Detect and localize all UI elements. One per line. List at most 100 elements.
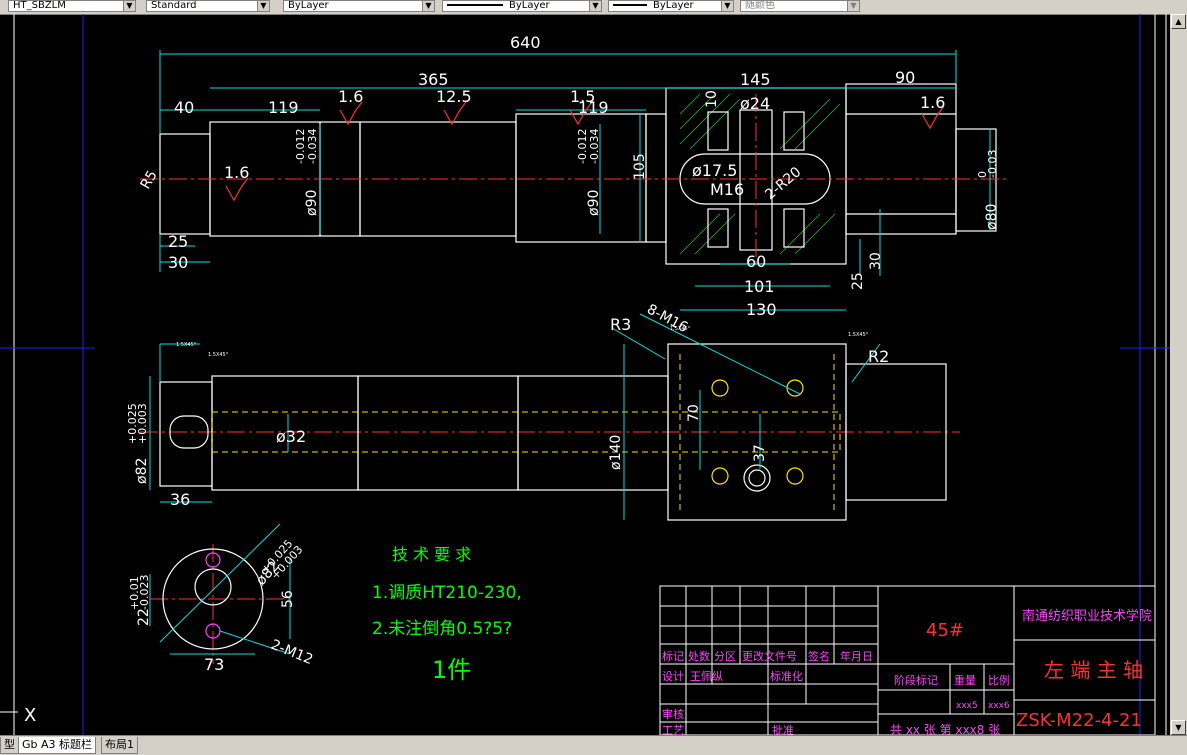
dim-d90a: ø90 xyxy=(304,190,320,216)
dim-r5: R5 xyxy=(138,168,161,192)
rough-16a: 1.6 xyxy=(338,87,363,106)
dim-56: 56 xyxy=(280,590,296,608)
tab-gb-a3[interactable]: Gb A3 标题栏 xyxy=(18,737,97,754)
layout-tabs: 型 Gb A3 标题栏 布局1 xyxy=(0,735,1187,755)
dim-2m12: 2-M12 xyxy=(269,637,316,668)
layer-select[interactable]: ByLayer ▼ xyxy=(283,0,435,12)
technical-notes: 技 术 要 求 1.调质HT210-230, 2.未注倒角0.5?5? 1件 xyxy=(372,545,522,684)
tb-r1b: 王佩纵 xyxy=(690,669,723,683)
tb-r2a: 审核 xyxy=(662,707,684,721)
tb-material: 45# xyxy=(926,620,964,641)
chevron-down-icon[interactable]: ▼ xyxy=(721,1,733,11)
notes-line1: 1.调质HT210-230, xyxy=(372,583,522,603)
tab-layout1[interactable]: 布局1 xyxy=(101,737,138,754)
chevron-down-icon[interactable]: ▼ xyxy=(847,1,859,11)
ucs-icon: X xyxy=(0,704,36,726)
linetype-value: ByLayer xyxy=(509,0,550,11)
color-value: 随颜色 xyxy=(745,0,775,11)
dim-m16: M16 xyxy=(710,180,744,199)
notes-count: 1件 xyxy=(432,656,471,684)
dim-30: 30 xyxy=(168,253,188,272)
dim-119a: 119 xyxy=(268,98,299,117)
lineweight-swatch xyxy=(613,4,647,6)
tb-h2: 处数 xyxy=(688,650,710,663)
mid-dimensions xyxy=(149,313,881,520)
tb-h4: 更改文件号 xyxy=(742,649,797,663)
rough-125: 12.5 xyxy=(436,87,472,106)
dimension-text: 640 365 145 90 40 119 119 1.6 12.5 1.5 1… xyxy=(168,33,945,674)
dim-d82: ø82 xyxy=(134,458,150,484)
drawing-canvas[interactable]: 640 365 145 90 40 119 119 1.6 12.5 1.5 1… xyxy=(0,14,1170,735)
dim-d140: ø140 xyxy=(608,435,624,470)
layer-value: ByLayer xyxy=(288,0,329,11)
head-holes xyxy=(679,109,831,251)
tb-r1c: 标准化 xyxy=(770,669,803,683)
chevron-down-icon[interactable]: ▼ xyxy=(589,1,601,11)
tb-h6: 年月日 xyxy=(840,649,873,663)
dim-style-value: Standard xyxy=(151,0,197,11)
dim-25b: 25 xyxy=(850,272,866,290)
notes-line2: 2.未注倒角0.5?5? xyxy=(372,619,512,639)
rough-label-1: 1.5X45° xyxy=(176,342,197,348)
dim-22: 22 xyxy=(136,608,152,626)
tb-sheets: 共 xx 张 第 xxx8 张 xyxy=(890,723,1000,735)
dim-10: 10 xyxy=(704,90,720,108)
dim-d175: ø17.5 xyxy=(692,161,737,180)
rough-15: 1.5 xyxy=(570,87,595,106)
tol-l: -0.023 xyxy=(138,575,151,610)
text-style-select[interactable]: HT_SBZLM ▼ xyxy=(8,0,136,12)
tb-part-name: 左 端 主 轴 xyxy=(1044,658,1143,682)
dim-r20: 2-R20 xyxy=(762,164,804,203)
dim-145: 145 xyxy=(740,70,771,89)
rough-label-2: 1.5X45° xyxy=(208,352,229,358)
linetype-select[interactable]: ByLayer ▼ xyxy=(442,0,602,12)
rough-16c: 1.6 xyxy=(224,163,249,182)
rotated-dimension-text: 10 105 -0.012 -0.034 ø90 -0.012 -0.034 ø… xyxy=(126,90,1000,668)
scroll-down-icon[interactable]: ▼ xyxy=(1171,720,1186,735)
dim-25: 25 xyxy=(168,232,188,251)
chevron-down-icon[interactable]: ▼ xyxy=(123,1,135,11)
title-block-text: 标记 处数 分区 更改文件号 签名 年月日 设计 王佩纵 标准化 审核 工艺 批… xyxy=(662,608,1152,735)
tol-d: -0.034 xyxy=(588,129,601,164)
properties-toolbar: HT_SBZLM ▼ Standard ▼ ByLayer ▼ ByLayer … xyxy=(0,0,1187,15)
dim-105: 105 xyxy=(632,153,648,180)
tab-model[interactable]: 型 xyxy=(0,737,19,754)
color-select[interactable]: 随颜色 ▼ xyxy=(740,0,860,12)
text-style-value: HT_SBZLM xyxy=(13,0,66,11)
tb-r3a: 工艺 xyxy=(662,724,684,735)
tb-r1a: 设计 xyxy=(662,670,684,683)
tb-h5: 签名 xyxy=(808,649,830,663)
notes-title: 技 术 要 求 xyxy=(392,545,471,564)
tol-f: -0.03 xyxy=(986,150,999,178)
scroll-up-icon[interactable]: ▲ xyxy=(1171,14,1186,29)
tol-h: +0.003 xyxy=(136,403,149,444)
dim-37: 37 xyxy=(752,444,768,462)
tb-scale: 比例 xyxy=(988,673,1010,687)
dim-r3: R3 xyxy=(610,315,631,334)
dim-73: 73 xyxy=(204,655,224,674)
dim-d80: ø80 xyxy=(984,204,1000,230)
dim-130: 130 xyxy=(746,300,777,319)
tb-drawing-no: ZSK-M22-4-21 xyxy=(1016,710,1142,731)
dim-640: 640 xyxy=(510,33,541,52)
lineweight-value: ByLayer xyxy=(653,0,694,11)
chevron-down-icon[interactable]: ▼ xyxy=(257,1,269,11)
tb-scale-value: xxx6 xyxy=(988,701,1010,711)
vertical-scrollbar[interactable]: ▲ ▼ xyxy=(1170,14,1187,735)
dim-d24: ø24 xyxy=(740,94,770,113)
tb-weight-value: xxx5 xyxy=(956,701,978,711)
small-roughness-labels: 1.5X45° 1.5X45° 1.5X45° 1.5X45° xyxy=(176,326,869,358)
tb-school: 南通纺织职业技术学院 xyxy=(1022,608,1152,624)
dim-60: 60 xyxy=(746,252,766,271)
tb-h1: 标记 xyxy=(662,649,684,663)
lineweight-select[interactable]: ByLayer ▼ xyxy=(608,0,734,12)
dim-70: 70 xyxy=(686,404,702,422)
linetype-swatch xyxy=(447,4,503,6)
rough-label-4: 1.5X45° xyxy=(848,332,869,338)
end-dimensions xyxy=(149,523,291,655)
rough-label-3: 1.5X45° xyxy=(670,326,691,332)
dim-style-select[interactable]: Standard ▼ xyxy=(146,0,270,12)
tb-weight: 重量 xyxy=(954,673,976,687)
chevron-down-icon[interactable]: ▼ xyxy=(422,1,434,11)
dim-101: 101 xyxy=(744,277,775,296)
